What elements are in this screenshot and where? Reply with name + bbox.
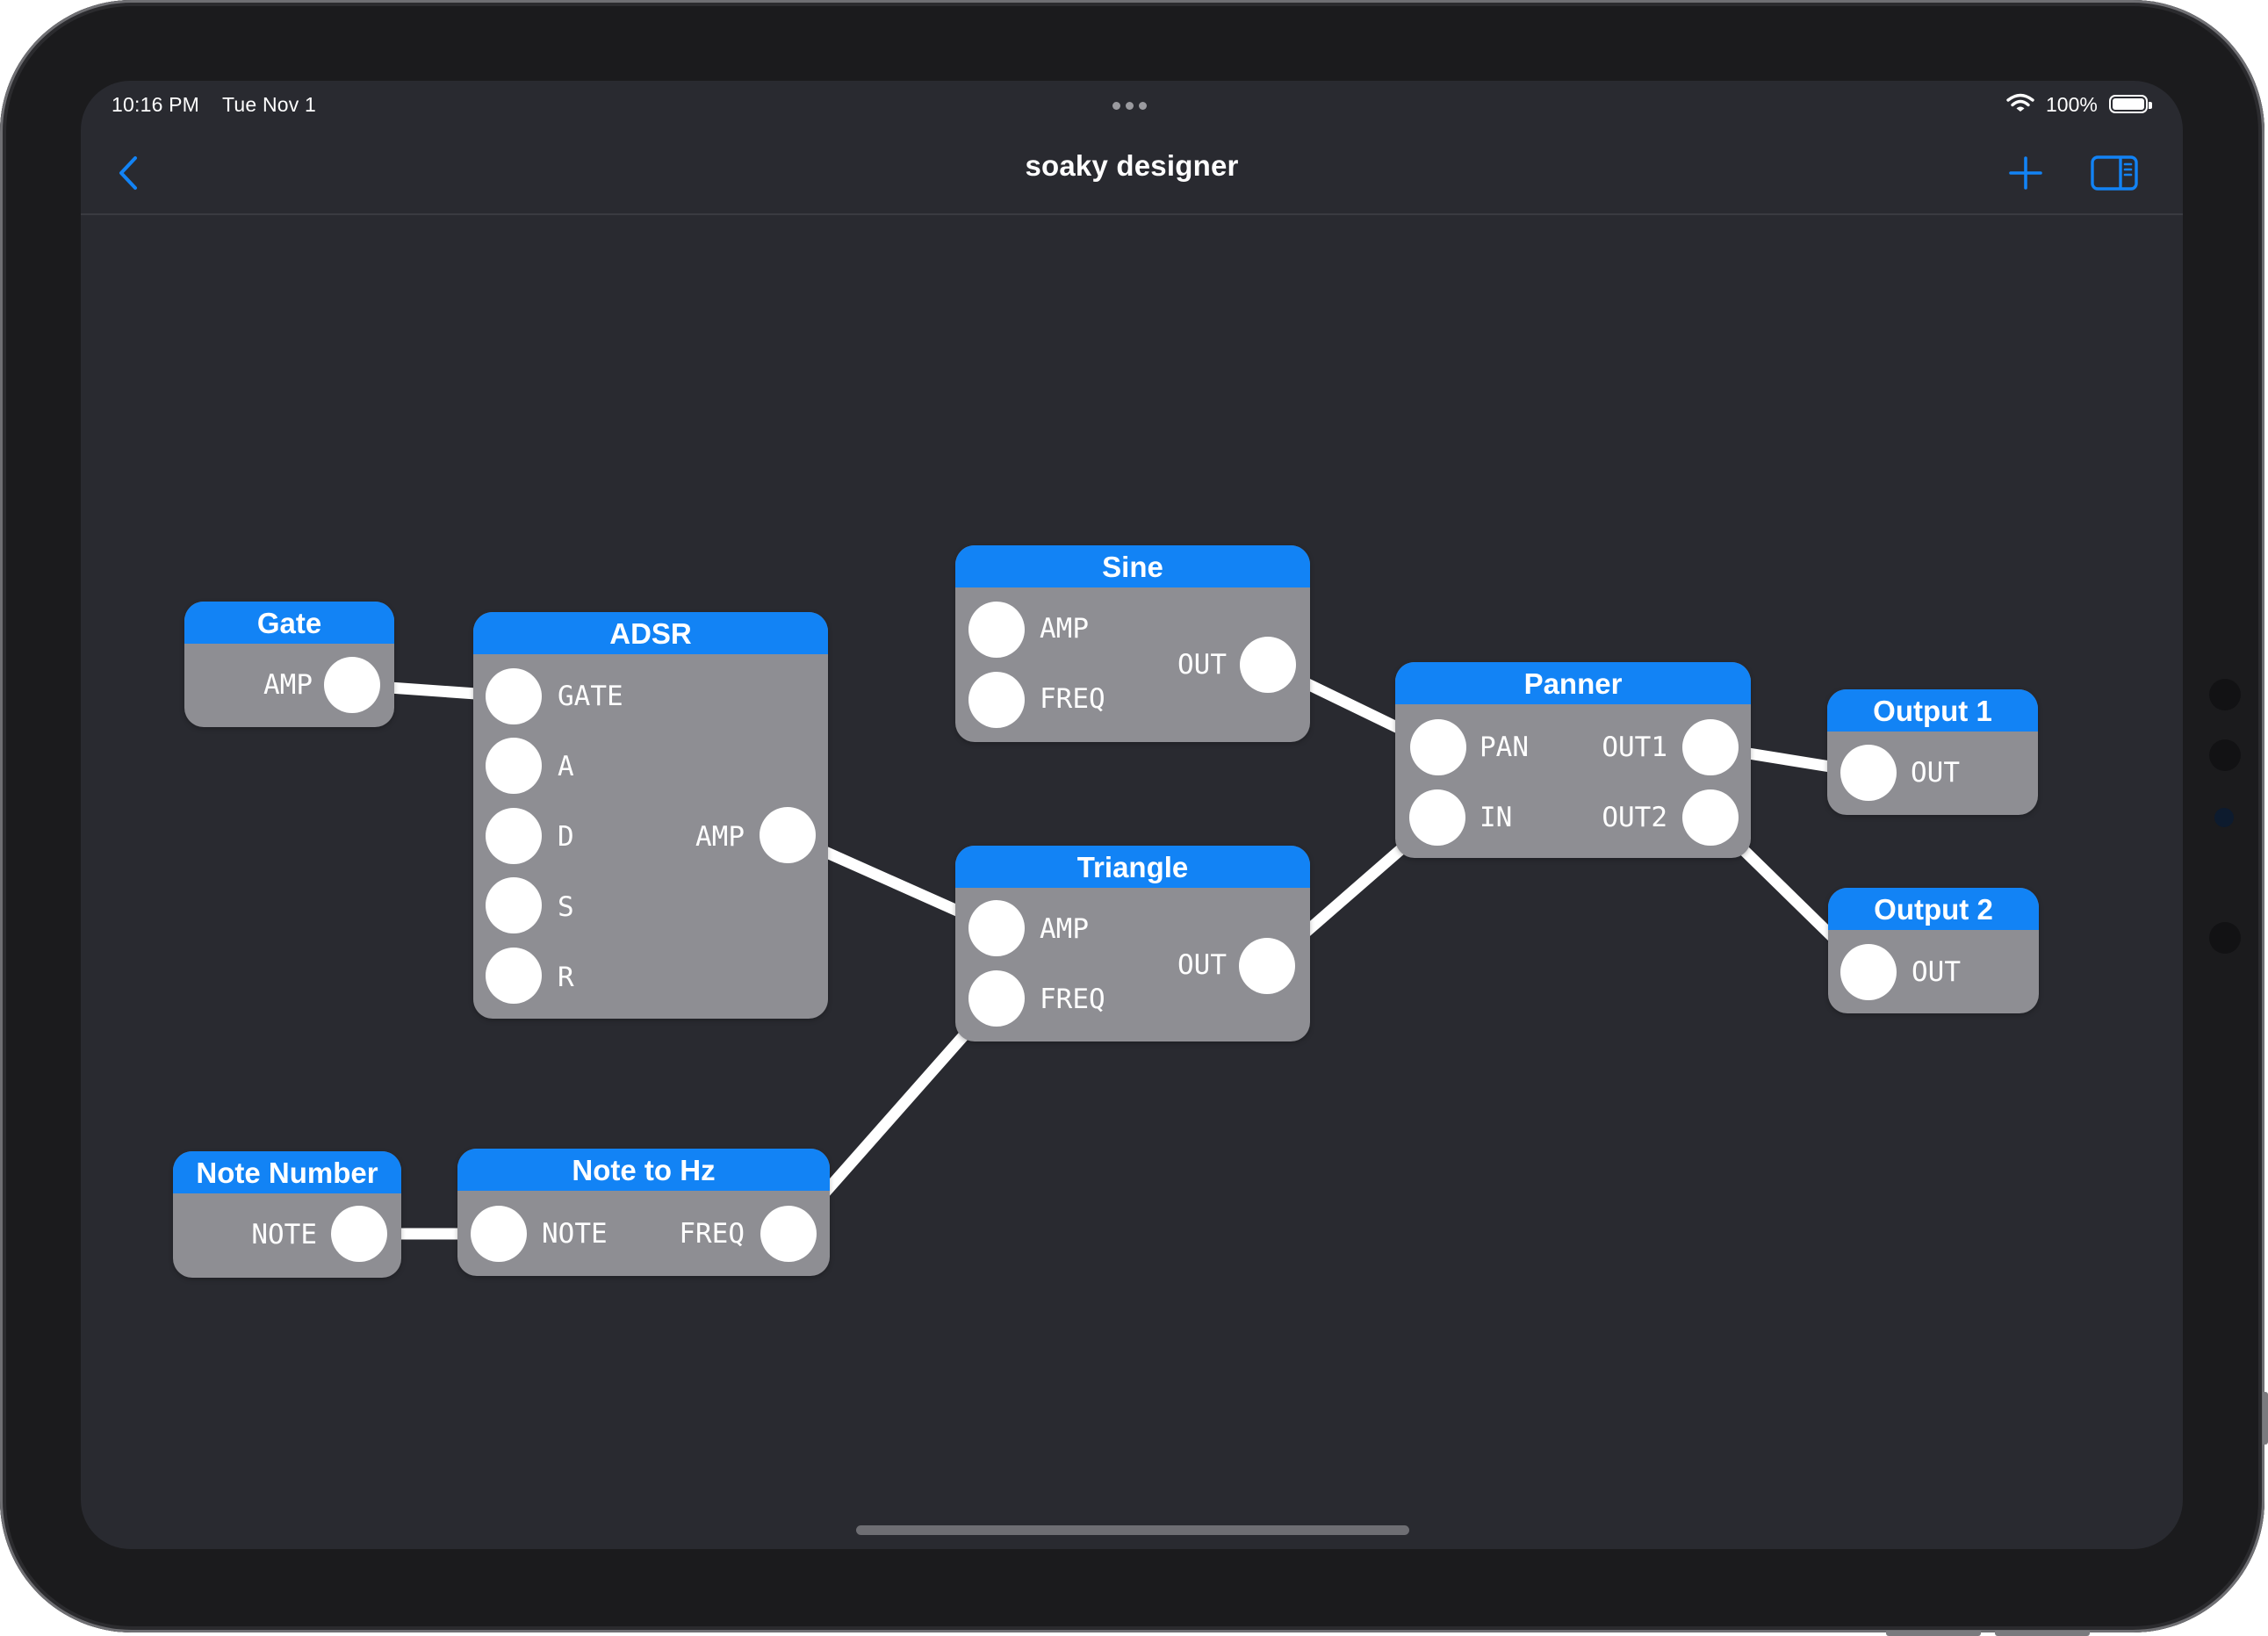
app-screen: 10:16 PM Tue Nov 1 100% soaky designer G… xyxy=(81,81,2183,1549)
port-label: S xyxy=(558,891,574,923)
port-label: AMP xyxy=(1040,913,1089,945)
camera-icon xyxy=(2214,808,2234,827)
input-port-freq[interactable] xyxy=(968,672,1025,728)
input-port-a[interactable] xyxy=(486,738,542,794)
node-title: ADSR xyxy=(473,612,828,654)
node-title: Sine xyxy=(955,545,1310,587)
port-label: A xyxy=(558,751,574,782)
node-title: Output 1 xyxy=(1827,689,2038,732)
sensor-dot xyxy=(2209,922,2241,954)
battery-percentage: 100% xyxy=(2046,93,2098,116)
port-label: FREQ xyxy=(679,1218,745,1250)
input-port-amp[interactable] xyxy=(968,602,1025,658)
port-label: FREQ xyxy=(1040,984,1105,1015)
page-title: soaky designer xyxy=(1025,149,1239,182)
port-label: NOTE xyxy=(251,1219,317,1250)
port-label: AMP xyxy=(695,821,745,853)
multitasking-dots-icon[interactable] xyxy=(1112,98,1153,110)
port-label: OUT2 xyxy=(1602,802,1667,833)
port-label: OUT1 xyxy=(1602,732,1667,763)
plus-icon xyxy=(2009,156,2042,190)
port-label: R xyxy=(558,962,574,993)
node-title: Gate xyxy=(184,602,394,644)
node-title: Panner xyxy=(1395,662,1751,704)
output-port-freq[interactable] xyxy=(760,1206,817,1262)
sidebar-right-icon xyxy=(2091,155,2138,191)
patch-canvas[interactable]: Gate AMP ADSR GATE A D S R AMP Sine AMP … xyxy=(81,215,2183,1549)
input-port-r[interactable] xyxy=(486,948,542,1004)
port-label: OUT xyxy=(1177,949,1227,981)
sensor-dot xyxy=(2209,679,2241,710)
ipad-frame: 10:16 PM Tue Nov 1 100% soaky designer G… xyxy=(0,0,2268,1636)
input-port-amp[interactable] xyxy=(968,900,1025,956)
node-title: Triangle xyxy=(955,846,1310,888)
input-port-note[interactable] xyxy=(471,1206,527,1262)
output-port-amp[interactable] xyxy=(324,657,380,713)
input-port-d[interactable] xyxy=(486,808,542,864)
output-port-out1[interactable] xyxy=(1682,719,1739,775)
input-port-pan[interactable] xyxy=(1410,719,1466,775)
port-label: FREQ xyxy=(1040,683,1105,715)
input-port-gate[interactable] xyxy=(486,668,542,724)
port-label: NOTE xyxy=(542,1218,608,1250)
port-label: AMP xyxy=(263,669,313,701)
sensor-dot xyxy=(2209,739,2241,771)
port-label: GATE xyxy=(558,681,623,712)
status-time: 10:16 PM xyxy=(112,93,200,116)
port-label: AMP xyxy=(1040,613,1089,645)
add-node-button[interactable] xyxy=(2005,153,2046,193)
wifi-icon xyxy=(2006,93,2034,112)
node-title: Note Number xyxy=(173,1151,401,1193)
output-port-amp[interactable] xyxy=(760,807,816,863)
port-label: OUT xyxy=(1911,757,1960,789)
output-port-out2[interactable] xyxy=(1682,789,1739,846)
port-label: OUT xyxy=(1912,956,1961,988)
status-bar: 10:16 PM Tue Nov 1 100% xyxy=(81,81,2183,125)
home-indicator[interactable] xyxy=(856,1525,1409,1535)
back-button[interactable] xyxy=(111,151,146,195)
chevron-left-icon xyxy=(119,156,137,190)
status-date: Tue Nov 1 xyxy=(222,93,317,116)
port-label: OUT xyxy=(1177,649,1227,681)
input-port-out[interactable] xyxy=(1840,944,1897,1000)
node-title: Output 2 xyxy=(1828,888,2039,930)
output-port-out[interactable] xyxy=(1240,637,1296,693)
output-port-note[interactable] xyxy=(331,1206,387,1262)
input-port-freq[interactable] xyxy=(968,970,1025,1027)
output-port-out[interactable] xyxy=(1239,938,1295,994)
input-port-s[interactable] xyxy=(486,877,542,933)
node-title: Note to Hz xyxy=(457,1149,830,1191)
port-label: IN xyxy=(1480,802,1513,833)
port-label: D xyxy=(558,821,574,853)
battery-icon xyxy=(2109,95,2152,113)
input-port-out[interactable] xyxy=(1840,745,1897,801)
input-port-in[interactable] xyxy=(1409,789,1465,846)
volume-button xyxy=(1995,1631,2090,1636)
port-label: PAN xyxy=(1480,732,1529,763)
sidebar-toggle-button[interactable] xyxy=(2090,153,2139,193)
volume-button xyxy=(1886,1631,1981,1636)
side-button xyxy=(2263,1392,2268,1445)
